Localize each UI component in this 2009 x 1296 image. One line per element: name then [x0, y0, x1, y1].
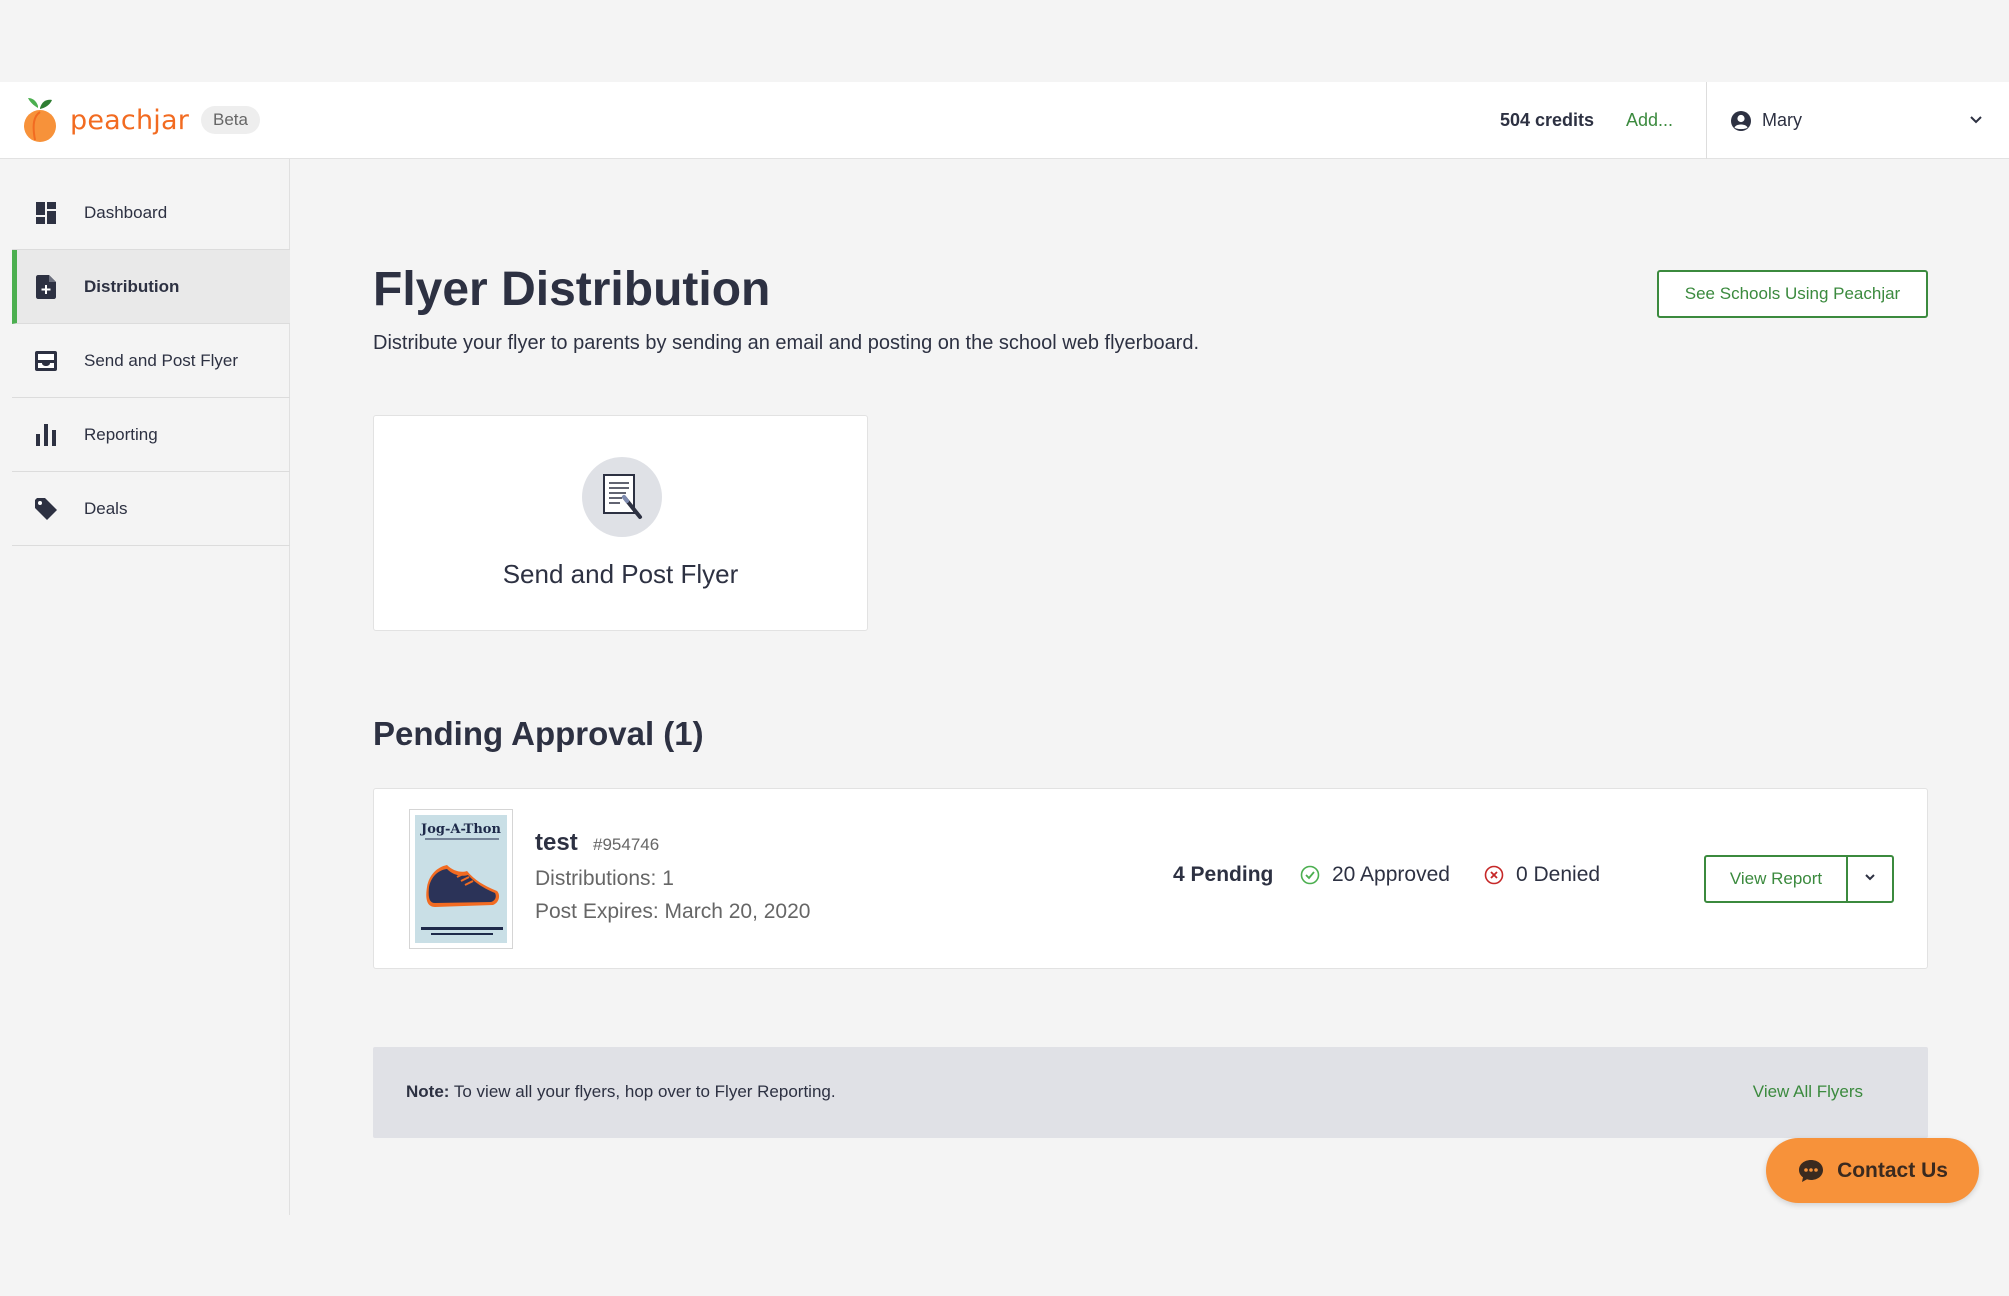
- bar-chart-icon: [34, 423, 58, 447]
- add-credits-link[interactable]: Add...: [1626, 110, 1673, 131]
- view-report-button[interactable]: View Report: [1706, 857, 1848, 901]
- x-circle-icon: [1484, 865, 1504, 885]
- pending-approval-heading: Pending Approval (1): [373, 715, 704, 752]
- credits-count: 504 credits: [1500, 110, 1595, 130]
- check-circle-icon: [1300, 865, 1320, 885]
- chat-bubble-icon: [1797, 1157, 1825, 1185]
- sneaker-icon: [421, 838, 503, 935]
- sidebar-item-label: Reporting: [84, 424, 158, 444]
- dashboard-icon: [34, 201, 58, 225]
- top-header: peachjar Beta 504 credits Add... Mary: [0, 82, 2009, 159]
- send-and-post-flyer-card[interactable]: Send and Post Flyer: [373, 415, 868, 631]
- contact-us-button[interactable]: Contact Us: [1766, 1138, 1979, 1203]
- flyer-name[interactable]: test: [535, 829, 578, 857]
- note-text-wrapper: Note: To view all your flyers, hop over …: [406, 1082, 836, 1102]
- page-title: Flyer Distribution: [373, 263, 771, 316]
- note-label: Note:: [406, 1082, 450, 1101]
- flyer-thumbnail-image: Jog-A-Thon: [415, 815, 507, 943]
- flyer-post-expires: Post Expires: March 20, 2020: [535, 900, 811, 923]
- sidebar-item-send-and-post-flyer[interactable]: Send and Post Flyer: [12, 324, 290, 398]
- contact-us-label: Contact Us: [1837, 1158, 1948, 1182]
- tag-icon: [34, 497, 58, 521]
- add-document-icon: [34, 274, 58, 299]
- sidebar-item-dashboard[interactable]: Dashboard: [12, 176, 290, 250]
- sidebar-item-label: Dashboard: [84, 202, 168, 222]
- logo[interactable]: peachjar Beta: [20, 96, 260, 144]
- approved-stat: 20 Approved: [1300, 863, 1450, 887]
- sidebar-item-deals[interactable]: Deals: [12, 472, 290, 546]
- flyer-id: #954746: [593, 835, 660, 854]
- sidebar-item-label: Send and Post Flyer: [84, 350, 239, 370]
- user-name: Mary: [1762, 110, 1802, 130]
- sidebar-item-distribution[interactable]: Distribution: [12, 250, 290, 324]
- note-message: To view all your flyers, hop over to Fly…: [453, 1082, 836, 1101]
- flyer-thumbnail[interactable]: Jog-A-Thon: [409, 809, 513, 949]
- see-schools-button[interactable]: See Schools Using Peachjar: [1657, 270, 1928, 318]
- pending-count: 4 Pending: [1173, 863, 1274, 886]
- report-options-dropdown[interactable]: [1848, 857, 1892, 901]
- view-report-split-button: View Report: [1704, 855, 1894, 903]
- sidebar: Dashboard Distribution Send and Post Fly…: [0, 159, 290, 1215]
- flyer-distributions: Distributions: 1: [535, 867, 674, 890]
- sidebar-item-reporting[interactable]: Reporting: [12, 398, 290, 472]
- flyer-document-icon: [582, 457, 662, 537]
- peach-logo-icon: [20, 96, 60, 144]
- brand-name: peachjar: [70, 104, 189, 136]
- chevron-down-icon: [1862, 869, 1878, 890]
- view-all-flyers-link[interactable]: View All Flyers: [1753, 1082, 1863, 1102]
- sidebar-item-label: Distribution: [84, 276, 180, 296]
- chevron-down-icon: [1967, 110, 1985, 128]
- pending-flyer-row: Jog-A-Thon test #954746 Distributions: 1…: [373, 788, 1928, 969]
- app-window: peachjar Beta 504 credits Add... Mary Da…: [0, 82, 2009, 1215]
- denied-count: 0 Denied: [1516, 863, 1601, 886]
- user-menu[interactable]: Mary: [1706, 82, 2009, 159]
- user-avatar-icon: [1730, 110, 1752, 132]
- approved-count: 20 Approved: [1332, 863, 1450, 886]
- beta-badge: Beta: [201, 106, 260, 134]
- inbox-icon: [34, 349, 58, 373]
- page-subtitle: Distribute your flyer to parents by send…: [373, 332, 1200, 354]
- denied-stat: 0 Denied: [1484, 863, 1600, 887]
- note-banner: Note: To view all your flyers, hop over …: [373, 1047, 1928, 1138]
- send-card-label: Send and Post Flyer: [502, 559, 739, 589]
- sidebar-item-label: Deals: [84, 498, 128, 518]
